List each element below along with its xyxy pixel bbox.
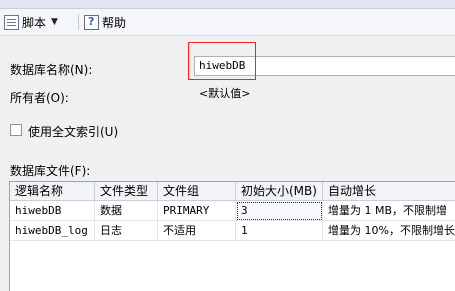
highlight-box: [188, 42, 256, 80]
grid-header: 逻辑名称 文件类型 文件组 初始大小(MB) 自动增长: [10, 182, 455, 201]
toolbar-separator: [78, 14, 79, 30]
script-icon: [4, 14, 19, 30]
col-header-logical-name[interactable]: 逻辑名称: [10, 182, 95, 200]
window-top-strip: [0, 0, 455, 9]
toolbar: 脚本 ▼ 帮助: [0, 9, 455, 36]
script-menu-button[interactable]: 脚本 ▼: [4, 12, 58, 32]
table-cell-initial-size[interactable]: 3: [236, 201, 323, 221]
fulltext-label: 使用全文索引(U): [28, 125, 119, 139]
db-files-label: 数据库文件(F):: [10, 164, 91, 178]
script-label: 脚本: [22, 15, 47, 30]
table-cell-autogrowth[interactable]: 增量为 10%，不限制增长: [323, 221, 455, 241]
fulltext-checkbox[interactable]: [10, 124, 22, 136]
help-button[interactable]: 帮助: [84, 12, 126, 32]
table-cell-filegroup[interactable]: PRIMARY: [158, 201, 236, 221]
table-cell-file-type[interactable]: 数据: [95, 201, 158, 221]
table-cell-autogrowth[interactable]: 增量为 1 MB，不限制增: [323, 201, 455, 221]
dropdown-arrow-icon[interactable]: ▼: [51, 17, 58, 27]
col-header-file-type[interactable]: 文件类型: [95, 182, 158, 200]
table-cell-logical-name[interactable]: hiwebDB: [10, 201, 95, 221]
help-label: 帮助: [102, 15, 127, 30]
db-files-grid: 逻辑名称 文件类型 文件组 初始大小(MB) 自动增长 hiwebDB 数据 P…: [9, 181, 455, 291]
table-cell-initial-size[interactable]: 1: [236, 221, 323, 241]
col-header-initial-size[interactable]: 初始大小(MB): [236, 182, 323, 200]
table-cell-file-type[interactable]: 日志: [95, 221, 158, 241]
table-cell-filegroup[interactable]: 不适用: [158, 221, 236, 241]
table-cell-logical-name[interactable]: hiwebDB_log: [10, 221, 95, 241]
col-header-filegroup[interactable]: 文件组: [158, 182, 236, 200]
col-header-autogrowth[interactable]: 自动增长: [323, 182, 455, 200]
owner-label: 所有者(O):: [10, 91, 69, 105]
help-icon: [84, 14, 99, 30]
db-name-label: 数据库名称(N):: [10, 63, 93, 77]
owner-input[interactable]: <默认值>: [194, 84, 455, 104]
